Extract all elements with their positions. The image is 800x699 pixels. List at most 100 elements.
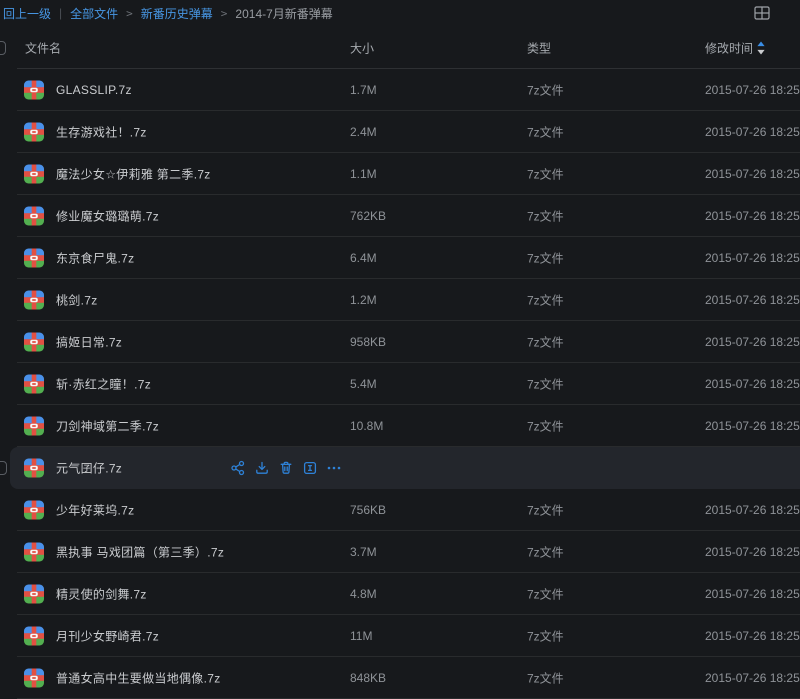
share-icon[interactable]	[230, 460, 246, 476]
file-modified: 2015-07-26 18:25	[705, 629, 800, 643]
archive-parcel-icon	[24, 501, 44, 520]
file-name[interactable]: 斩·赤红之瞳！.7z	[56, 376, 151, 393]
file-type: 7z文件	[527, 292, 564, 309]
table-header: 文件名 大小 类型 修改时间	[0, 26, 800, 69]
file-modified: 2015-07-26 18:25	[705, 335, 800, 349]
table-row[interactable]: 月刊少女野崎君.7z	[0, 615, 800, 657]
file-type: 7z文件	[527, 208, 564, 225]
delete-icon[interactable]	[278, 460, 294, 476]
file-type: 7z文件	[527, 502, 564, 519]
file-modified: 2015-07-26 18:25	[705, 209, 800, 223]
file-name[interactable]: 生存游戏社！.7z	[56, 124, 147, 141]
column-header-modified[interactable]: 修改时间	[705, 39, 753, 56]
file-modified: 2015-07-26 18:25	[705, 587, 800, 601]
file-modified: 2015-07-26 18:25	[705, 377, 800, 391]
archive-parcel-icon	[24, 333, 44, 352]
file-name[interactable]: 月刊少女野崎君.7z	[56, 628, 159, 645]
breadcrumb-current-folder: 2014-7月新番弹幕	[235, 5, 332, 22]
archive-parcel-icon	[24, 207, 44, 226]
sort-arrows-icon[interactable]	[757, 41, 765, 54]
file-modified: 2015-07-26 18:25	[705, 293, 800, 307]
row-actions	[230, 460, 342, 476]
archive-parcel-icon	[24, 627, 44, 646]
file-type: 7z文件	[527, 82, 564, 99]
table-row[interactable]: 修业魔女璐璐萌.7z	[0, 195, 800, 237]
table-row[interactable]: 搞姬日常.7z	[0, 321, 800, 363]
download-icon[interactable]	[254, 460, 270, 476]
file-name[interactable]: 元气囝仔.7z	[56, 460, 122, 477]
table-row[interactable]: 精灵使的剑舞.7z	[0, 573, 800, 615]
table-row[interactable]: 斩·赤红之瞳！.7z	[0, 363, 800, 405]
column-header-size[interactable]: 大小	[350, 39, 374, 56]
file-name[interactable]: 刀剑神域第二季.7z	[56, 418, 159, 435]
file-type: 7z文件	[527, 586, 564, 603]
file-modified: 2015-07-26 18:25	[705, 671, 800, 685]
rename-icon[interactable]	[302, 460, 318, 476]
file-name[interactable]: GLASSLIP.7z	[56, 83, 132, 97]
breadcrumb-caret-icon: >	[221, 7, 228, 20]
file-size: 11M	[350, 629, 372, 643]
archive-parcel-icon	[24, 81, 44, 100]
table-row[interactable]: 刀剑神域第二季.7z	[0, 405, 800, 447]
file-modified: 2015-07-26 18:25	[705, 545, 800, 559]
file-name[interactable]: 黑执事 马戏团篇（第三季）.7z	[56, 544, 224, 561]
row-checkbox[interactable]	[0, 461, 7, 475]
file-name[interactable]: 桃剑.7z	[56, 292, 98, 309]
file-manager: 回上一级 | 全部文件 > 新番历史弹幕 > 2014-7月新番弹幕 文件名 大…	[0, 0, 800, 691]
archive-parcel-icon	[24, 291, 44, 310]
file-size: 6.4M	[350, 251, 377, 265]
file-name[interactable]: 精灵使的剑舞.7z	[56, 586, 147, 603]
table-row[interactable]: 东京食尸鬼.7z	[0, 237, 800, 279]
breadcrumb-caret-icon: >	[126, 7, 133, 20]
file-type: 7z文件	[527, 418, 564, 435]
file-modified: 2015-07-26 18:25	[705, 83, 800, 97]
archive-parcel-icon	[24, 165, 44, 184]
table-row[interactable]: GLASSLIP.7z	[0, 69, 800, 111]
breadcrumb-divider: |	[59, 6, 62, 20]
file-modified: 2015-07-26 18:25	[705, 419, 800, 433]
archive-parcel-icon	[24, 417, 44, 436]
table-row[interactable]: 魔法少女☆伊莉雅 第二季.7z	[0, 153, 800, 195]
archive-parcel-icon	[24, 669, 44, 688]
file-modified: 2015-07-26 18:25	[705, 503, 800, 517]
file-size: 4.8M	[350, 587, 377, 601]
file-type: 7z文件	[527, 628, 564, 645]
file-size: 1.2M	[350, 293, 377, 307]
archive-parcel-icon	[24, 249, 44, 268]
archive-parcel-icon	[24, 585, 44, 604]
file-size: 756KB	[350, 503, 386, 517]
file-type: 7z文件	[527, 376, 564, 393]
file-size: 762KB	[350, 209, 386, 223]
archive-parcel-icon	[24, 123, 44, 142]
table-row[interactable]: 元气囝仔.7z	[0, 447, 800, 489]
select-all-checkbox[interactable]	[0, 41, 6, 55]
file-name[interactable]: 魔法少女☆伊莉雅 第二季.7z	[56, 166, 211, 183]
table-row[interactable]: 黑执事 马戏团篇（第三季）.7z	[0, 531, 800, 573]
file-modified: 2015-07-26 18:25	[705, 167, 800, 181]
table-row[interactable]: 生存游戏社！.7z	[0, 111, 800, 153]
file-type: 7z文件	[527, 670, 564, 687]
column-header-type[interactable]: 类型	[527, 39, 551, 56]
file-name[interactable]: 修业魔女璐璐萌.7z	[56, 208, 159, 225]
file-modified: 2015-07-26 18:25	[705, 251, 800, 265]
file-name[interactable]: 少年好莱坞.7z	[56, 502, 134, 519]
breadcrumb-all-files[interactable]: 全部文件	[70, 5, 118, 22]
grid-view-icon[interactable]	[754, 6, 770, 20]
file-size: 5.4M	[350, 377, 377, 391]
column-header-name[interactable]: 文件名	[25, 39, 61, 56]
file-name[interactable]: 普通女高中生要做当地偶像.7z	[56, 670, 221, 687]
table-row[interactable]: 少年好莱坞.7z	[0, 489, 800, 531]
breadcrumb-folder[interactable]: 新番历史弹幕	[141, 5, 213, 22]
file-size: 2.4M	[350, 125, 377, 139]
table-row[interactable]: 普通女高中生要做当地偶像.7z	[0, 657, 800, 699]
file-size: 848KB	[350, 671, 386, 685]
more-icon[interactable]	[326, 460, 342, 476]
file-name[interactable]: 东京食尸鬼.7z	[56, 250, 134, 267]
table-row[interactable]: 桃剑.7z	[0, 279, 800, 321]
file-type: 7z文件	[527, 544, 564, 561]
file-size: 1.1M	[350, 167, 377, 181]
archive-parcel-icon	[24, 375, 44, 394]
back-link[interactable]: 回上一级	[3, 5, 51, 22]
file-name[interactable]: 搞姬日常.7z	[56, 334, 122, 351]
file-size: 1.7M	[350, 83, 377, 97]
